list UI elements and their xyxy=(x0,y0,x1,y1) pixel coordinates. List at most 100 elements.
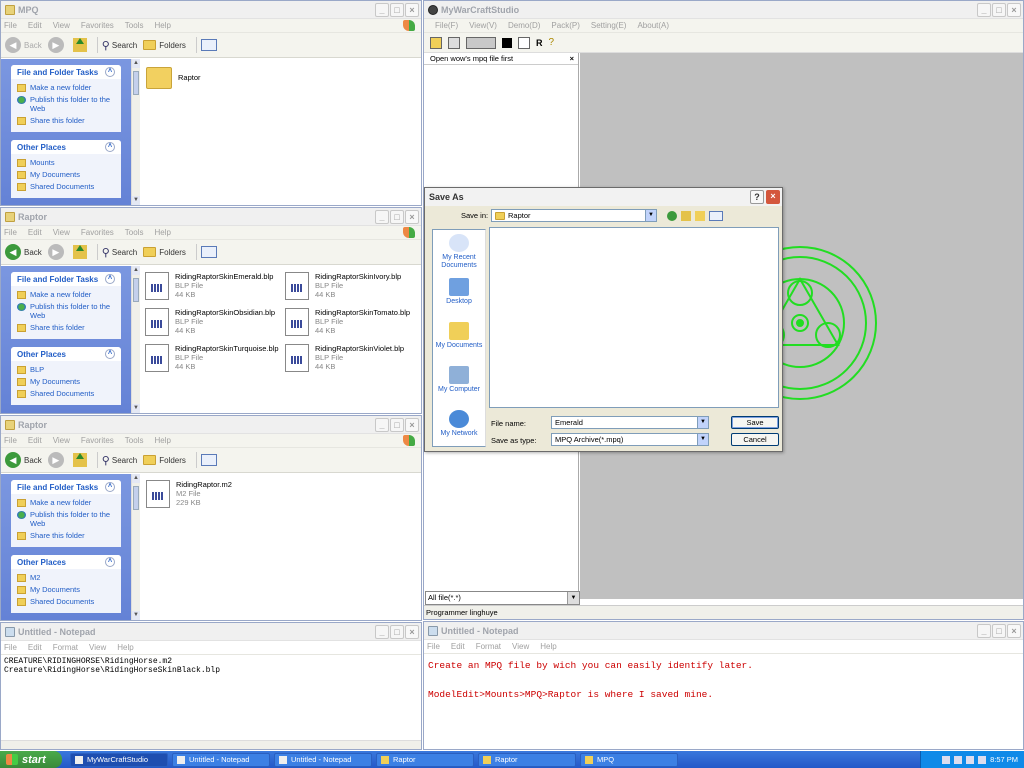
menu-edit[interactable]: Edit xyxy=(28,21,42,30)
views-icon[interactable] xyxy=(200,454,217,466)
vertical-scrollbar[interactable]: ▲ ▼ xyxy=(131,59,140,205)
help-tray-icon[interactable] xyxy=(942,755,951,764)
search-button[interactable]: ⚲ Search xyxy=(102,454,137,467)
up-folder-icon[interactable] xyxy=(72,453,87,467)
panel-header[interactable]: Other Places ˄ xyxy=(11,555,121,569)
up-folder-icon[interactable] xyxy=(72,38,87,52)
minimize-button[interactable]: _ xyxy=(977,2,991,17)
chevron-up-icon[interactable]: ˄ xyxy=(105,557,115,567)
close-button[interactable]: × xyxy=(405,417,419,432)
save-icon[interactable] xyxy=(448,36,460,49)
menu-help[interactable]: Help xyxy=(540,642,556,651)
task-publish[interactable]: Publish this folder to the Web xyxy=(17,510,115,528)
menu-help[interactable]: Help xyxy=(154,21,170,30)
folders-button[interactable]: Folders xyxy=(143,40,186,50)
chevron-up-icon[interactable]: ˄ xyxy=(105,349,115,359)
scroll-thumb[interactable] xyxy=(133,71,139,95)
dialog-close-button[interactable]: × xyxy=(766,190,780,204)
menu-tools[interactable]: Tools xyxy=(125,228,144,237)
menu-view[interactable]: View xyxy=(89,643,106,652)
place-my-documents[interactable]: My Documents xyxy=(17,377,115,386)
place-my-documents[interactable]: My Documents xyxy=(17,585,115,594)
views-icon[interactable] xyxy=(200,39,217,51)
menu-setting[interactable]: Setting(E) xyxy=(591,21,627,30)
folder-item[interactable]: Raptor xyxy=(146,67,201,89)
menu-favorites[interactable]: Favorites xyxy=(81,228,114,237)
views-icon[interactable] xyxy=(200,246,217,258)
vertical-scrollbar[interactable]: ▲ ▼ xyxy=(131,474,140,620)
place-my-documents[interactable]: My Documents xyxy=(17,170,115,179)
forward-button[interactable]: ▶ xyxy=(47,452,67,468)
taskbar-item-raptor[interactable]: Raptor xyxy=(478,752,576,767)
security-tray-icon[interactable] xyxy=(978,755,987,764)
back-button[interactable]: ◀ Back xyxy=(5,452,42,468)
menu-view[interactable]: View xyxy=(512,642,529,651)
menu-file[interactable]: File xyxy=(4,643,17,652)
file-item[interactable]: RidingRaptorSkinTomato.blp BLP File 44 KB xyxy=(285,308,410,336)
taskbar-item-mywarcraftstudio[interactable]: MyWarCraftStudio xyxy=(70,752,168,767)
menu-file[interactable]: File xyxy=(4,228,17,237)
place-shared-documents[interactable]: Shared Documents xyxy=(17,389,115,398)
network-tray-icon[interactable] xyxy=(954,755,963,764)
task-publish[interactable]: Publish this folder to the Web xyxy=(17,302,115,320)
file-filter-combo[interactable]: All file(*.*) ▼ xyxy=(425,591,580,605)
vertical-scrollbar[interactable]: ▲ ▼ xyxy=(131,266,140,413)
task-share[interactable]: Share this folder xyxy=(17,323,115,332)
close-button[interactable]: × xyxy=(405,209,419,224)
title-bar[interactable]: Untitled - Notepad _ □ × xyxy=(1,623,421,641)
menu-edit[interactable]: Edit xyxy=(28,643,42,652)
black-color-icon[interactable] xyxy=(502,37,512,48)
scroll-up-arrow[interactable]: ▲ xyxy=(132,266,140,275)
forward-button[interactable]: ▶ xyxy=(47,37,67,53)
file-item[interactable]: RidingRaptorSkinTurquoise.blp BLP File 44 … xyxy=(145,344,279,372)
menu-help[interactable]: Help xyxy=(117,643,133,652)
place-blp[interactable]: BLP xyxy=(17,365,115,374)
menu-view[interactable]: View(V) xyxy=(469,21,497,30)
forward-button[interactable]: ▶ xyxy=(47,244,67,260)
chevron-up-icon[interactable]: ˄ xyxy=(105,482,115,492)
cancel-button[interactable]: Cancel xyxy=(731,433,779,446)
scroll-up-arrow[interactable]: ▲ xyxy=(132,474,140,483)
lines-icon[interactable] xyxy=(518,36,530,49)
scroll-down-arrow[interactable]: ▼ xyxy=(132,404,140,413)
task-share[interactable]: Share this folder xyxy=(17,531,115,540)
place-m2[interactable]: M2 xyxy=(17,573,115,582)
folders-button[interactable]: Folders xyxy=(143,455,186,465)
tree-close-button[interactable]: × xyxy=(570,53,574,65)
scroll-down-arrow[interactable]: ▼ xyxy=(132,196,140,205)
menu-file[interactable]: File xyxy=(4,436,17,445)
color-combo[interactable] xyxy=(466,36,496,49)
taskbar-item-notepad[interactable]: Untitled - Notepad xyxy=(274,752,372,767)
close-button[interactable]: × xyxy=(1007,2,1021,17)
place-shared-documents[interactable]: Shared Documents xyxy=(17,182,115,191)
maximize-button[interactable]: □ xyxy=(992,623,1006,638)
chevron-up-icon[interactable]: ˄ xyxy=(105,142,115,152)
menu-tools[interactable]: Tools xyxy=(125,436,144,445)
minimize-button[interactable]: _ xyxy=(375,209,389,224)
clock[interactable]: 8:57 PM xyxy=(990,755,1018,764)
maximize-button[interactable]: □ xyxy=(390,417,404,432)
horizontal-scrollbar[interactable] xyxy=(1,740,421,749)
place-mounts[interactable]: Mounts xyxy=(17,158,115,167)
chevron-up-icon[interactable]: ˄ xyxy=(105,67,115,77)
scroll-thumb[interactable] xyxy=(133,486,139,510)
open-icon[interactable] xyxy=(430,36,442,49)
maximize-button[interactable]: □ xyxy=(390,2,404,17)
maximize-button[interactable]: □ xyxy=(390,209,404,224)
chevron-up-icon[interactable]: ˄ xyxy=(105,274,115,284)
dropdown-arrow-icon[interactable]: ▼ xyxy=(697,434,708,445)
panel-header[interactable]: Other Places ˄ xyxy=(11,140,121,154)
save-in-combo[interactable]: Raptor ▼ xyxy=(491,209,657,222)
task-share[interactable]: Share this folder xyxy=(17,116,115,125)
title-bar[interactable]: Untitled - Notepad _ □ × xyxy=(424,622,1023,640)
file-item[interactable]: RidingRaptorSkinObsidian.blp BLP File 44 K… xyxy=(145,308,275,336)
minimize-button[interactable]: _ xyxy=(375,417,389,432)
menu-format[interactable]: Format xyxy=(53,643,78,652)
back-button[interactable]: ◀ Back xyxy=(5,37,42,53)
menu-demo[interactable]: Demo(D) xyxy=(508,21,540,30)
folders-button[interactable]: Folders xyxy=(143,247,186,257)
title-bar[interactable]: Raptor _ □ × xyxy=(1,416,421,434)
menu-view[interactable]: View xyxy=(53,436,70,445)
panel-header[interactable]: File and Folder Tasks ˄ xyxy=(11,480,121,494)
taskbar-item-raptor[interactable]: Raptor xyxy=(376,752,474,767)
